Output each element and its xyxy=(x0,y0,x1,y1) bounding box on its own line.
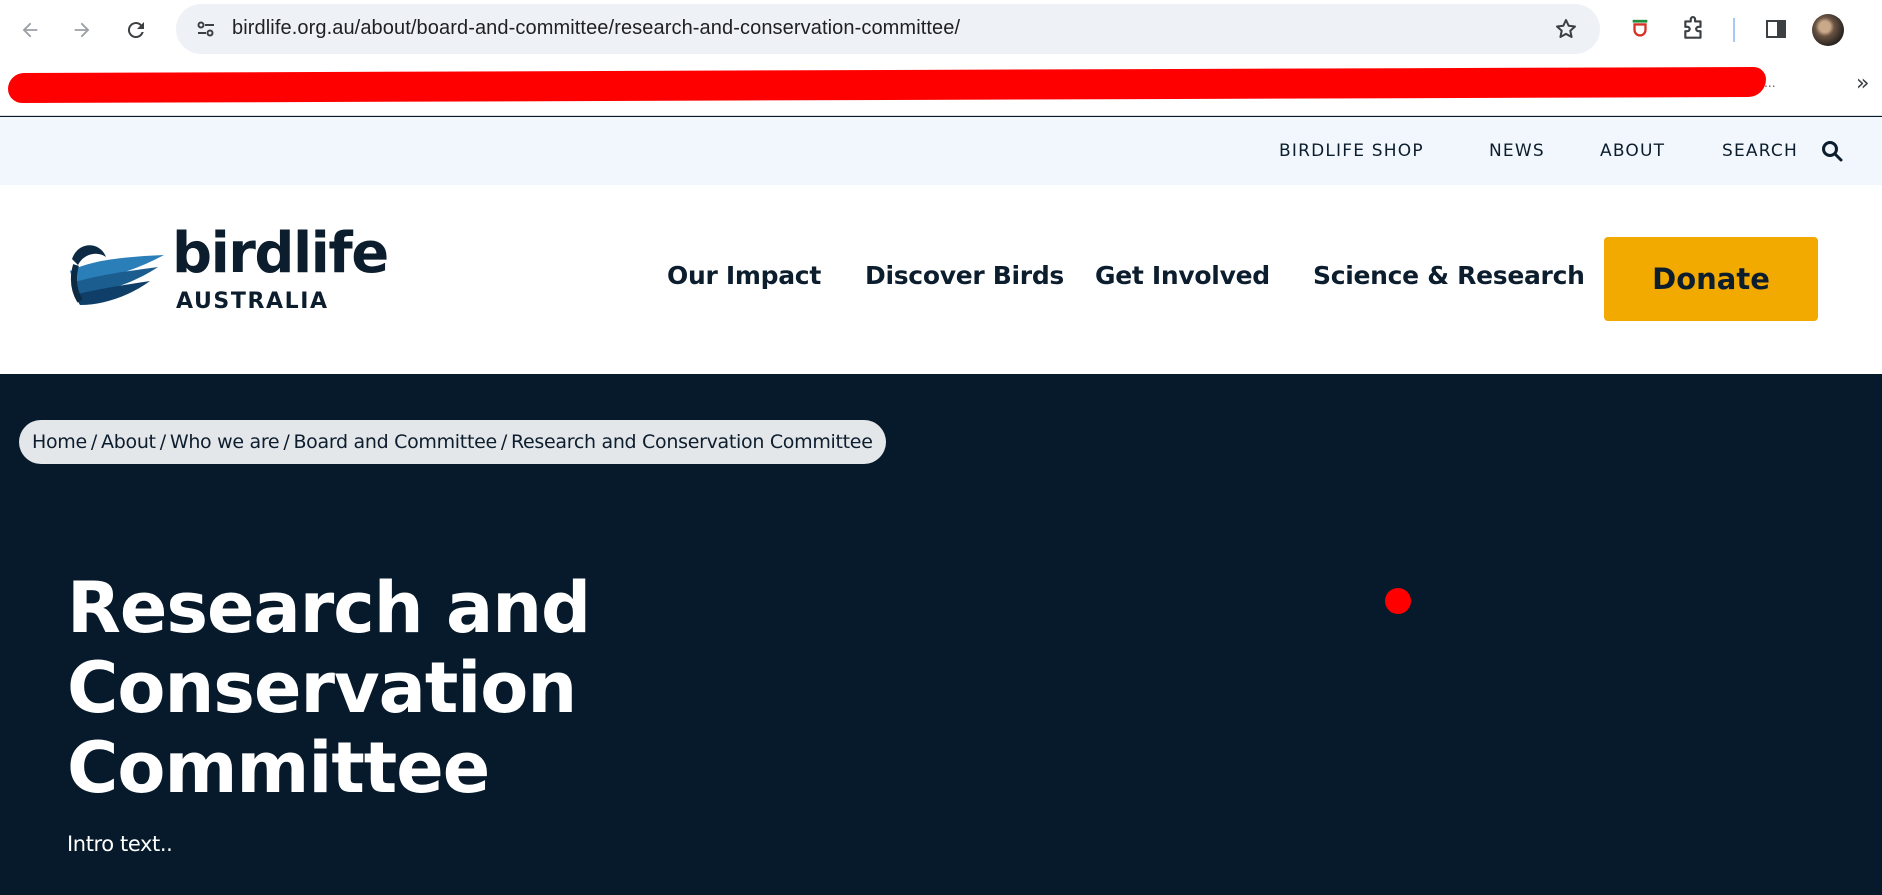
browser-toolbar: birdlife.org.au/about/board-and-committe… xyxy=(0,0,1882,60)
arrow-left-icon xyxy=(22,22,38,38)
page-title-line: Committee xyxy=(67,727,490,809)
breadcrumb-who-we-are[interactable]: Who we are xyxy=(170,431,280,453)
nav-get-involved[interactable]: Get Involved xyxy=(1095,261,1270,290)
nav-science-research[interactable]: Science & Research xyxy=(1313,261,1585,290)
breadcrumb-separator: / xyxy=(159,431,166,453)
nav-discover-birds[interactable]: Discover Birds xyxy=(865,261,1064,290)
utility-nav: BIRDLIFE SHOP NEWS ABOUT SEARCH xyxy=(0,117,1882,185)
breadcrumb-separator: / xyxy=(283,431,290,453)
intro-text: Intro text.. xyxy=(67,832,173,856)
hero-section: Home / About / Who we are / Board and Co… xyxy=(0,374,1882,895)
url-text[interactable]: birdlife.org.au/about/board-and-committe… xyxy=(232,17,960,40)
donate-button[interactable]: Donate xyxy=(1604,237,1818,321)
toolbar-divider xyxy=(1733,18,1735,42)
utility-link-search[interactable]: SEARCH xyxy=(1722,141,1798,161)
bookmarks-overflow-chevron-icon[interactable]: » xyxy=(1856,71,1869,96)
utility-link-news[interactable]: NEWS xyxy=(1489,141,1545,161)
birdlife-logo[interactable]: birdlife AUSTRALIA xyxy=(68,221,389,321)
bird-wave-icon xyxy=(70,245,164,305)
redaction-mark xyxy=(7,66,1767,104)
page-title-line: Research and xyxy=(67,567,591,649)
arrow-right-icon xyxy=(74,22,90,38)
breadcrumb-separator: / xyxy=(90,431,98,453)
breadcrumb: Home / About / Who we are / Board and Co… xyxy=(19,420,886,464)
extension-shield-icon[interactable] xyxy=(1626,15,1654,43)
utility-link-shop[interactable]: BIRDLIFE SHOP xyxy=(1279,141,1424,161)
site-header: birdlife AUSTRALIA Our Impact Discover B… xyxy=(0,185,1882,374)
page-title: Research and Conservation Committee xyxy=(67,568,767,808)
back-button[interactable] xyxy=(12,12,48,48)
bookmarks-overflow-text: ... xyxy=(1764,74,1776,90)
forward-button[interactable] xyxy=(64,12,100,48)
page-title-line: Conservation xyxy=(67,647,577,729)
utility-link-about[interactable]: ABOUT xyxy=(1600,141,1665,161)
annotation-dot xyxy=(1385,588,1411,614)
search-icon[interactable] xyxy=(1820,139,1844,163)
nav-our-impact[interactable]: Our Impact xyxy=(667,261,821,290)
profile-avatar[interactable] xyxy=(1812,14,1844,46)
logo-wordmark: birdlife xyxy=(172,221,389,286)
breadcrumb-about[interactable]: About xyxy=(101,431,156,453)
address-bar[interactable]: birdlife.org.au/about/board-and-committe… xyxy=(176,4,1600,54)
logo-subtitle: AUSTRALIA xyxy=(176,289,329,314)
site-settings-icon[interactable] xyxy=(194,17,218,41)
reload-button[interactable] xyxy=(118,12,154,48)
bookmark-star-icon[interactable] xyxy=(1554,17,1578,41)
breadcrumb-current: Research and Conservation Committee xyxy=(510,431,873,453)
reload-icon xyxy=(127,22,144,39)
breadcrumb-home[interactable]: Home xyxy=(32,431,87,453)
breadcrumb-separator: / xyxy=(500,431,507,453)
breadcrumb-board-and-committee[interactable]: Board and Committee xyxy=(293,431,497,453)
extensions-puzzle-icon[interactable] xyxy=(1680,15,1708,43)
side-panel-icon[interactable] xyxy=(1762,15,1790,43)
